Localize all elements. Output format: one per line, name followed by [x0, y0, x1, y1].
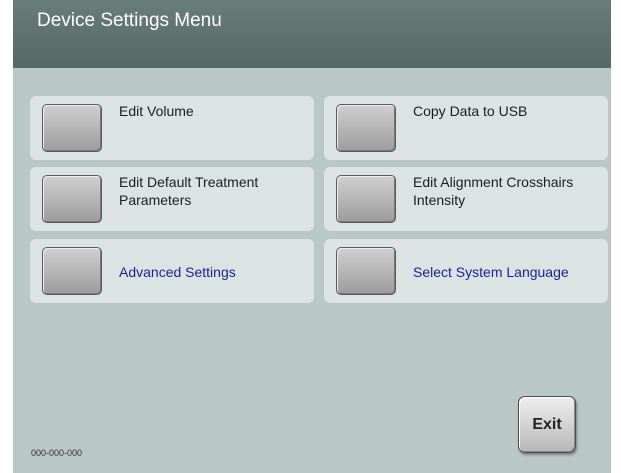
menu-option-edit-volume[interactable]: Edit Volume	[30, 96, 314, 160]
menu-option-copy-data-to-usb[interactable]: Copy Data to USB	[324, 96, 608, 160]
page-title: Device Settings Menu	[37, 10, 222, 31]
edit-alignment-crosshairs-intensity-button[interactable]	[336, 175, 396, 223]
exit-button[interactable]: Exit	[518, 396, 576, 453]
select-system-language-label: Select System Language	[413, 264, 569, 280]
advanced-settings-label: Advanced Settings	[119, 264, 236, 280]
advanced-settings-button[interactable]	[42, 247, 102, 295]
edit-default-treatment-parameters-button[interactable]	[42, 175, 102, 223]
menu-option-select-system-language[interactable]: Select System Language	[324, 239, 608, 303]
menu-option-edit-alignment-crosshairs-intensity[interactable]: Edit Alignment Crosshairs Intensity	[324, 167, 608, 231]
header-bar: Device Settings Menu	[13, 0, 611, 68]
edit-volume-button[interactable]	[42, 104, 102, 152]
edit-default-treatment-parameters-label: Edit Default Treatment Parameters	[119, 174, 259, 208]
device-screen: Device Settings Menu Edit Volume Copy Da…	[13, 0, 611, 473]
menu-option-advanced-settings[interactable]: Advanced Settings	[30, 239, 314, 303]
copy-data-to-usb-button[interactable]	[336, 104, 396, 152]
copy-data-to-usb-label: Copy Data to USB	[413, 103, 528, 119]
select-system-language-button[interactable]	[336, 247, 396, 295]
edit-alignment-crosshairs-intensity-label: Edit Alignment Crosshairs Intensity	[413, 174, 574, 208]
menu-option-edit-default-treatment-parameters[interactable]: Edit Default Treatment Parameters	[30, 167, 314, 231]
device-id-label: 000-000-000	[31, 448, 83, 458]
edit-volume-label: Edit Volume	[119, 103, 194, 119]
